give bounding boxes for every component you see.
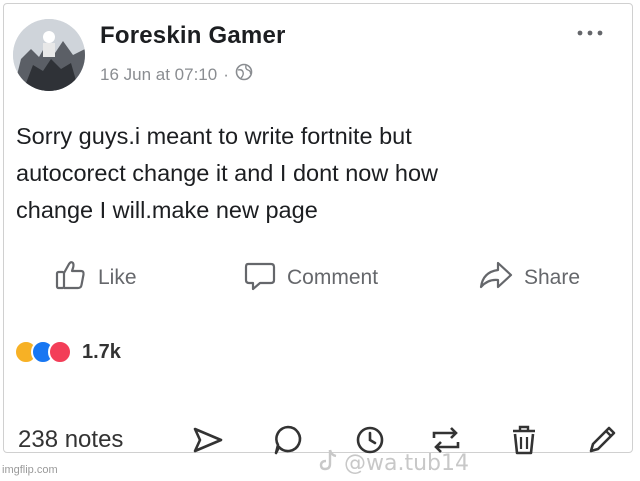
share-button[interactable]: Share (478, 258, 580, 298)
like-button[interactable]: Like (54, 258, 137, 298)
comment-button[interactable]: Comment (243, 258, 378, 298)
share-label: Share (524, 266, 581, 289)
comment-label: Comment (287, 266, 379, 289)
post-timestamp[interactable]: 16 Jun at 07:10 (100, 65, 217, 85)
reply-icon[interactable] (270, 422, 306, 458)
author-avatar[interactable] (13, 19, 85, 91)
tiktok-watermark: @wa.tub14 (318, 448, 469, 478)
comment-icon (243, 258, 277, 298)
reactions-summary[interactable]: 1.7k (14, 340, 121, 364)
send-icon[interactable] (190, 422, 226, 458)
post-meta: 16 Jun at 07:10 · (100, 63, 253, 86)
tiktok-handle: @wa.tub14 (344, 450, 469, 476)
imgflip-watermark: imgflip.com (2, 464, 58, 476)
notes-count[interactable]: 238 notes (18, 426, 123, 454)
reaction-count: 1.7k (82, 340, 121, 363)
globe-icon (235, 63, 253, 86)
edit-icon[interactable] (584, 422, 620, 458)
meta-separator: · (223, 64, 229, 84)
post-actions: Like Comment Share (0, 258, 640, 302)
like-label: Like (98, 266, 137, 289)
reaction-icons (14, 340, 72, 364)
thumbs-up-icon (54, 258, 88, 298)
delete-icon[interactable] (506, 422, 542, 458)
love-reaction-icon (48, 340, 72, 364)
more-options-icon[interactable] (572, 25, 608, 41)
post-text: Sorry guys.i meant to write fortnite but… (16, 123, 438, 223)
tiktok-logo-icon (318, 448, 340, 478)
author-name[interactable]: Foreskin Gamer (100, 22, 286, 50)
share-icon (478, 258, 514, 298)
